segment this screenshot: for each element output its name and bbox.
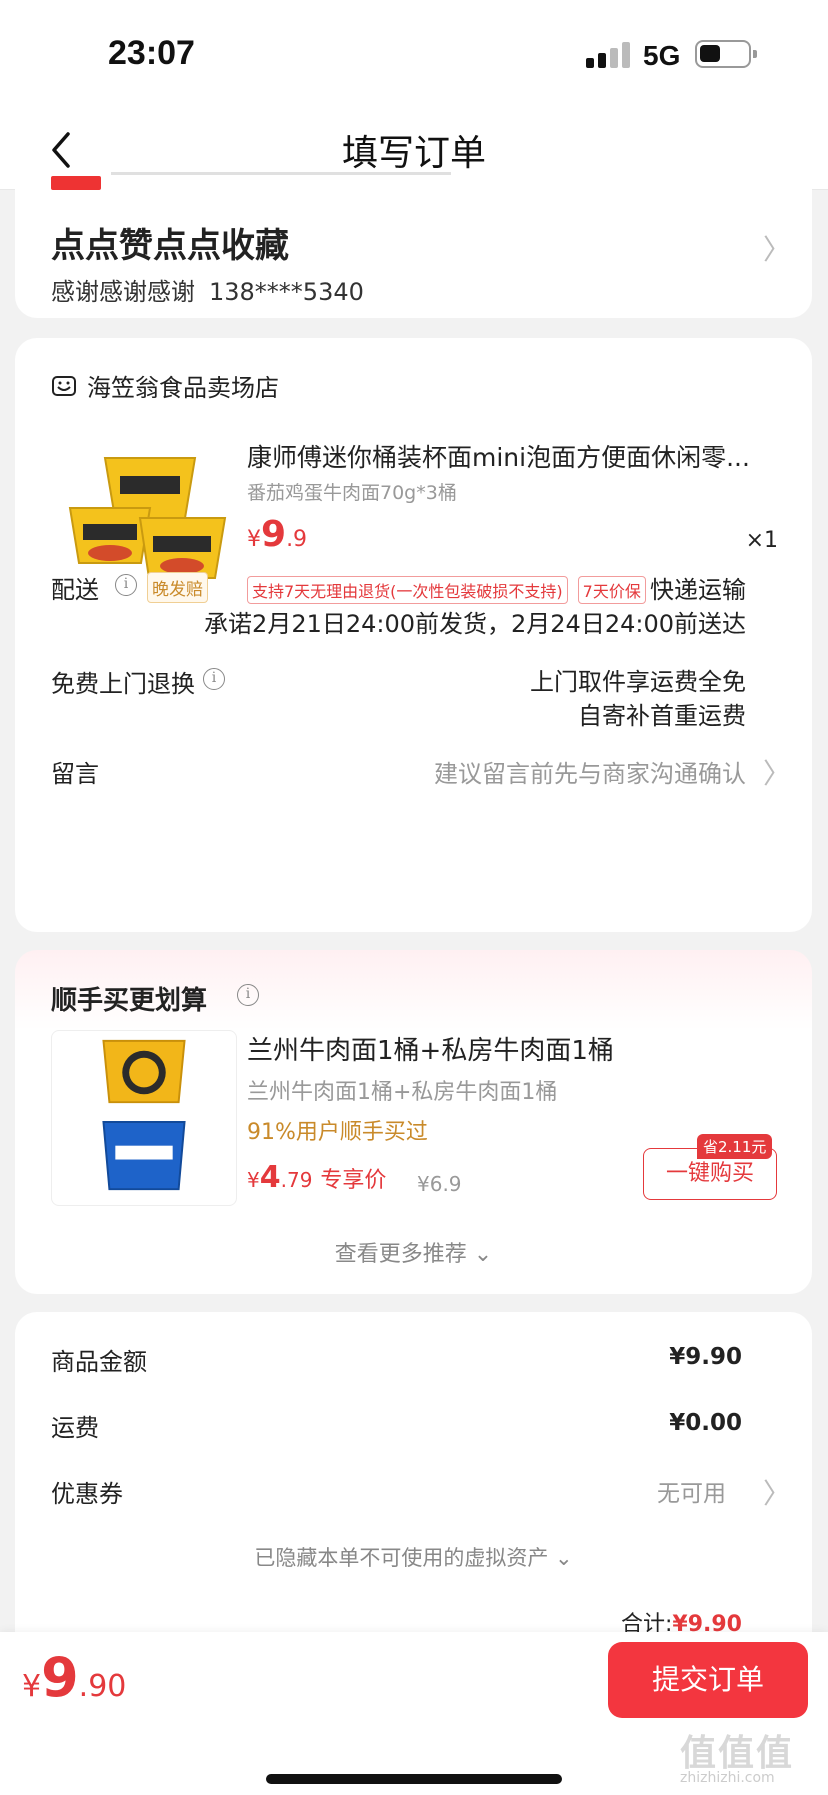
chevron-right-icon: 〉 [763,757,792,790]
chevron-down-icon: ⌄ [473,1242,493,1267]
shipping-value: ¥0.00 [669,1410,742,1436]
bottom-price: ¥9.90 [22,1646,126,1709]
product-title[interactable]: 康师傅迷你桶装杯面mini泡面方便面休闲零... [247,438,787,474]
recommend-card: 顺手买更划算 i 兰州牛肉面1桶+私房牛肉面1桶 兰州牛肉面1桶+私房牛肉面1桶… [15,950,812,1294]
watermark-sub: zhizhizhi.com [680,1770,775,1786]
hidden-assets-label: 已隐藏本单不可使用的虚拟资产 [254,1546,549,1570]
recommend-title: 顺手买更划算 [51,986,208,1016]
shop-row[interactable]: 海笠翁食品卖场店 [51,368,279,403]
coupon-label: 优惠券 [51,1480,123,1508]
contact-name: 感谢感谢感谢 [51,278,195,306]
coupon-value[interactable]: 无可用 [657,1474,726,1508]
info-icon[interactable]: i [115,574,137,596]
price-dec: .90 [78,1669,127,1704]
message-input[interactable]: 建议留言前先与商家沟通确认 [434,754,746,789]
tag-price-protect: 7天价保 [577,576,646,604]
return-service-line2: 自寄补首重运费 [578,702,746,730]
watermark: 值值值 [680,1733,795,1774]
price-int: 9 [41,1646,79,1709]
status-bar: 23:07 5G [0,0,828,110]
hidden-assets-note[interactable]: 已隐藏本单不可使用的虚拟资产 ⌄ [15,1542,812,1572]
contact-phone: 138****5340 [209,278,364,306]
price-dec: .79 [280,1168,313,1192]
price-symbol: ¥ [22,1669,42,1704]
delivery-method[interactable]: 快递运输 [650,570,746,605]
price-int: 4 [259,1160,281,1195]
chevron-right-icon: 〉 [763,1477,792,1510]
delivery-promise: 承诺2月21日24:00前发货，2月24日24:00前送达 [204,610,746,638]
price-symbol: ¥ [247,527,261,552]
status-time: 23:07 [108,34,195,72]
price-int: 9 [261,514,287,555]
recommend-percent: 91%用户顺手买过 [247,1120,428,1145]
delivery-label: 配送 [51,576,99,604]
recommend-product-image[interactable] [51,1030,237,1206]
exclusive-price-label: 专享价 [320,1168,387,1193]
goods-amount-label: 商品金额 [51,1348,147,1376]
info-icon[interactable]: i [237,984,259,1006]
price-dec: .9 [286,527,308,552]
info-icon[interactable]: i [203,668,225,690]
submit-order-button[interactable]: 提交订单 [608,1642,808,1718]
battery-icon [695,40,757,68]
bottom-bar: ¥9.90 提交订单 值值值 zhizhizhi.com [0,1632,828,1795]
network-label: 5G [643,40,681,71]
shipping-label: 运费 [51,1414,99,1442]
address-line-fragment [111,172,451,188]
product-spec: 番茄鸡蛋牛肉面70g*3桶 [247,482,457,504]
shop-icon [52,375,76,396]
signal-icon [586,42,630,68]
return-service-line1: 上门取件享运费全免 [530,668,746,696]
address-tag-fragment [51,176,101,190]
save-badge: 省2.11元 [697,1134,773,1159]
recommend-price: ¥4.79 专享价 [247,1160,386,1195]
address-card[interactable]: 点点赞点点收藏 感谢感谢感谢 138****5340 〉 [15,172,812,318]
more-recommend-link[interactable]: 查看更多推荐 ⌄ [15,1236,812,1268]
recommend-sub: 兰州牛肉面1桶+私房牛肉面1桶 [247,1080,558,1105]
tag-return-policy: 支持7天无理由退货(一次性包装破损不支持) [247,576,568,604]
product-price: ¥9.9 [247,514,307,555]
goods-amount-value: ¥9.90 [669,1344,742,1370]
address-name: 点点赞点点收藏 [51,226,289,266]
return-service-label: 免费上门退换 [51,670,195,698]
price-symbol: ¥ [247,1168,260,1192]
message-label: 留言 [51,760,99,788]
shop-name: 海笠翁食品卖场店 [87,374,279,402]
chevron-down-icon: ⌄ [555,1546,573,1570]
home-indicator[interactable] [266,1774,562,1784]
order-card: 海笠翁食品卖场店 康师傅迷你桶装杯面mini泡面方便面休闲零... 番茄鸡蛋牛肉… [15,338,812,932]
product-qty: ×1 [745,528,778,553]
address-contact: 感谢感谢感谢 138****5340 [51,272,364,307]
service-tags: 支持7天无理由退货(一次性包装破损不支持) 7天价保 [247,576,646,604]
more-recommend-label: 查看更多推荐 [334,1242,467,1267]
page-title: 填写订单 [341,133,486,174]
chevron-right-icon: 〉 [763,233,792,266]
recommend-original-price: ¥6.9 [417,1172,462,1196]
late-compensation-badge: 晚发赔 [147,572,208,603]
recommend-name[interactable]: 兰州牛肉面1桶+私房牛肉面1桶 [247,1030,614,1067]
